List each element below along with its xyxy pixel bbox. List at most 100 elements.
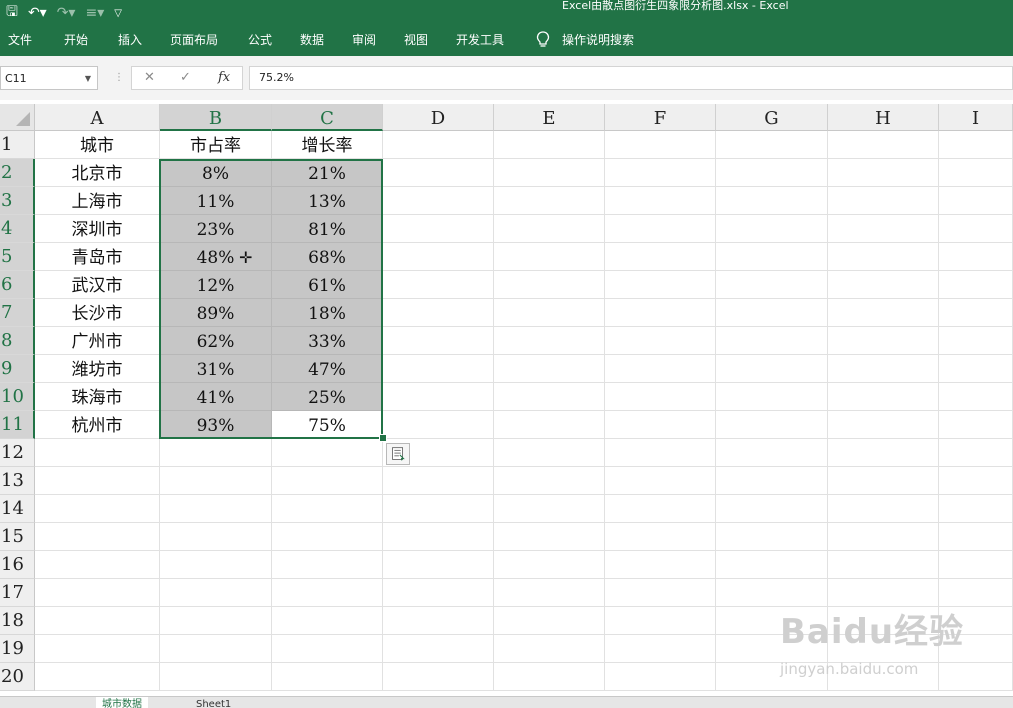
- data-cell-growth[interactable]: 68%: [272, 243, 383, 271]
- empty-cell[interactable]: [272, 607, 383, 635]
- data-cell-city[interactable]: 青岛市: [35, 243, 160, 271]
- empty-cell[interactable]: [605, 327, 716, 355]
- empty-cell[interactable]: [494, 355, 605, 383]
- empty-cell[interactable]: [383, 551, 494, 579]
- empty-cell[interactable]: [160, 635, 272, 663]
- data-cell-share[interactable]: 23%: [160, 215, 272, 243]
- empty-cell[interactable]: [35, 467, 160, 495]
- customize-qat-icon[interactable]: ▽: [114, 8, 122, 19]
- tab-home[interactable]: 开始: [64, 32, 88, 48]
- tab-view[interactable]: 视图: [404, 32, 428, 48]
- empty-cell[interactable]: [828, 355, 939, 383]
- empty-cell[interactable]: [716, 383, 828, 411]
- data-cell-share[interactable]: 41%: [160, 383, 272, 411]
- data-cell-share[interactable]: 31%: [160, 355, 272, 383]
- empty-cell[interactable]: [383, 215, 494, 243]
- empty-cell[interactable]: [828, 299, 939, 327]
- empty-cell[interactable]: [160, 439, 272, 467]
- empty-cell[interactable]: [828, 187, 939, 215]
- empty-cell[interactable]: [605, 215, 716, 243]
- empty-cell[interactable]: [828, 467, 939, 495]
- empty-cell[interactable]: [716, 243, 828, 271]
- empty-cell[interactable]: [383, 187, 494, 215]
- empty-cell[interactable]: [160, 523, 272, 551]
- data-cell-city[interactable]: 长沙市: [35, 299, 160, 327]
- data-cell-growth[interactable]: 75%: [272, 411, 383, 439]
- empty-cell[interactable]: [716, 579, 828, 607]
- empty-cell[interactable]: [939, 131, 1013, 159]
- empty-cell[interactable]: [35, 523, 160, 551]
- empty-cell[interactable]: [383, 495, 494, 523]
- empty-cell[interactable]: [494, 411, 605, 439]
- empty-cell[interactable]: [160, 663, 272, 691]
- empty-cell[interactable]: [828, 411, 939, 439]
- empty-cell[interactable]: [605, 411, 716, 439]
- row-header-12[interactable]: 12: [0, 439, 35, 467]
- column-header-c[interactable]: C: [272, 104, 383, 131]
- empty-cell[interactable]: [828, 131, 939, 159]
- empty-cell[interactable]: [605, 607, 716, 635]
- empty-cell[interactable]: [605, 271, 716, 299]
- undo-icon[interactable]: ↶▾: [28, 5, 47, 21]
- data-cell-growth[interactable]: 33%: [272, 327, 383, 355]
- column-header-f[interactable]: F: [605, 104, 716, 131]
- empty-cell[interactable]: [828, 523, 939, 551]
- select-all-button[interactable]: [0, 104, 35, 131]
- tab-page-layout[interactable]: 页面布局: [170, 32, 218, 48]
- empty-cell[interactable]: [35, 663, 160, 691]
- sheet-tab-sheet1[interactable]: Sheet1: [190, 697, 237, 708]
- column-header-i[interactable]: I: [939, 104, 1013, 131]
- data-cell-share[interactable]: 11%: [160, 187, 272, 215]
- empty-cell[interactable]: [939, 355, 1013, 383]
- data-cell-growth[interactable]: 61%: [272, 271, 383, 299]
- check-icon[interactable]: ✓: [180, 70, 191, 85]
- data-cell-growth[interactable]: 81%: [272, 215, 383, 243]
- tell-me-search[interactable]: 操作说明搜索: [562, 32, 634, 48]
- empty-cell[interactable]: [272, 495, 383, 523]
- row-header-6[interactable]: 6: [0, 271, 35, 299]
- empty-cell[interactable]: [272, 635, 383, 663]
- empty-cell[interactable]: [828, 383, 939, 411]
- empty-cell[interactable]: [939, 523, 1013, 551]
- row-header-19[interactable]: 19: [0, 635, 35, 663]
- header-cell-share[interactable]: 市占率: [160, 131, 272, 159]
- empty-cell[interactable]: [716, 159, 828, 187]
- empty-cell[interactable]: [494, 187, 605, 215]
- empty-cell[interactable]: [383, 523, 494, 551]
- empty-cell[interactable]: [716, 467, 828, 495]
- row-header-9[interactable]: 9: [0, 355, 35, 383]
- empty-cell[interactable]: [939, 579, 1013, 607]
- empty-cell[interactable]: [383, 607, 494, 635]
- empty-cell[interactable]: [605, 467, 716, 495]
- empty-cell[interactable]: [939, 411, 1013, 439]
- empty-cell[interactable]: [716, 355, 828, 383]
- empty-cell[interactable]: [35, 635, 160, 663]
- empty-cell[interactable]: [494, 635, 605, 663]
- data-cell-share[interactable]: 62%: [160, 327, 272, 355]
- empty-cell[interactable]: [605, 243, 716, 271]
- data-cell-city[interactable]: 潍坊市: [35, 355, 160, 383]
- empty-cell[interactable]: [939, 495, 1013, 523]
- empty-cell[interactable]: [828, 243, 939, 271]
- empty-cell[interactable]: [494, 271, 605, 299]
- empty-cell[interactable]: [160, 579, 272, 607]
- drag-handle-icon[interactable]: ⋮: [114, 72, 124, 83]
- data-cell-share[interactable]: 8%: [160, 159, 272, 187]
- empty-cell[interactable]: [939, 215, 1013, 243]
- empty-cell[interactable]: [828, 159, 939, 187]
- empty-cell[interactable]: [35, 607, 160, 635]
- empty-cell[interactable]: [716, 411, 828, 439]
- row-header-10[interactable]: 10: [0, 383, 35, 411]
- empty-cell[interactable]: [605, 663, 716, 691]
- empty-cell[interactable]: [605, 523, 716, 551]
- row-header-18[interactable]: 18: [0, 607, 35, 635]
- empty-cell[interactable]: [494, 299, 605, 327]
- empty-cell[interactable]: [383, 159, 494, 187]
- empty-cell[interactable]: [716, 327, 828, 355]
- row-header-15[interactable]: 15: [0, 523, 35, 551]
- form-icon[interactable]: ≡▾: [85, 5, 104, 21]
- empty-cell[interactable]: [383, 411, 494, 439]
- empty-cell[interactable]: [828, 215, 939, 243]
- empty-cell[interactable]: [605, 187, 716, 215]
- tab-insert[interactable]: 插入: [118, 32, 142, 48]
